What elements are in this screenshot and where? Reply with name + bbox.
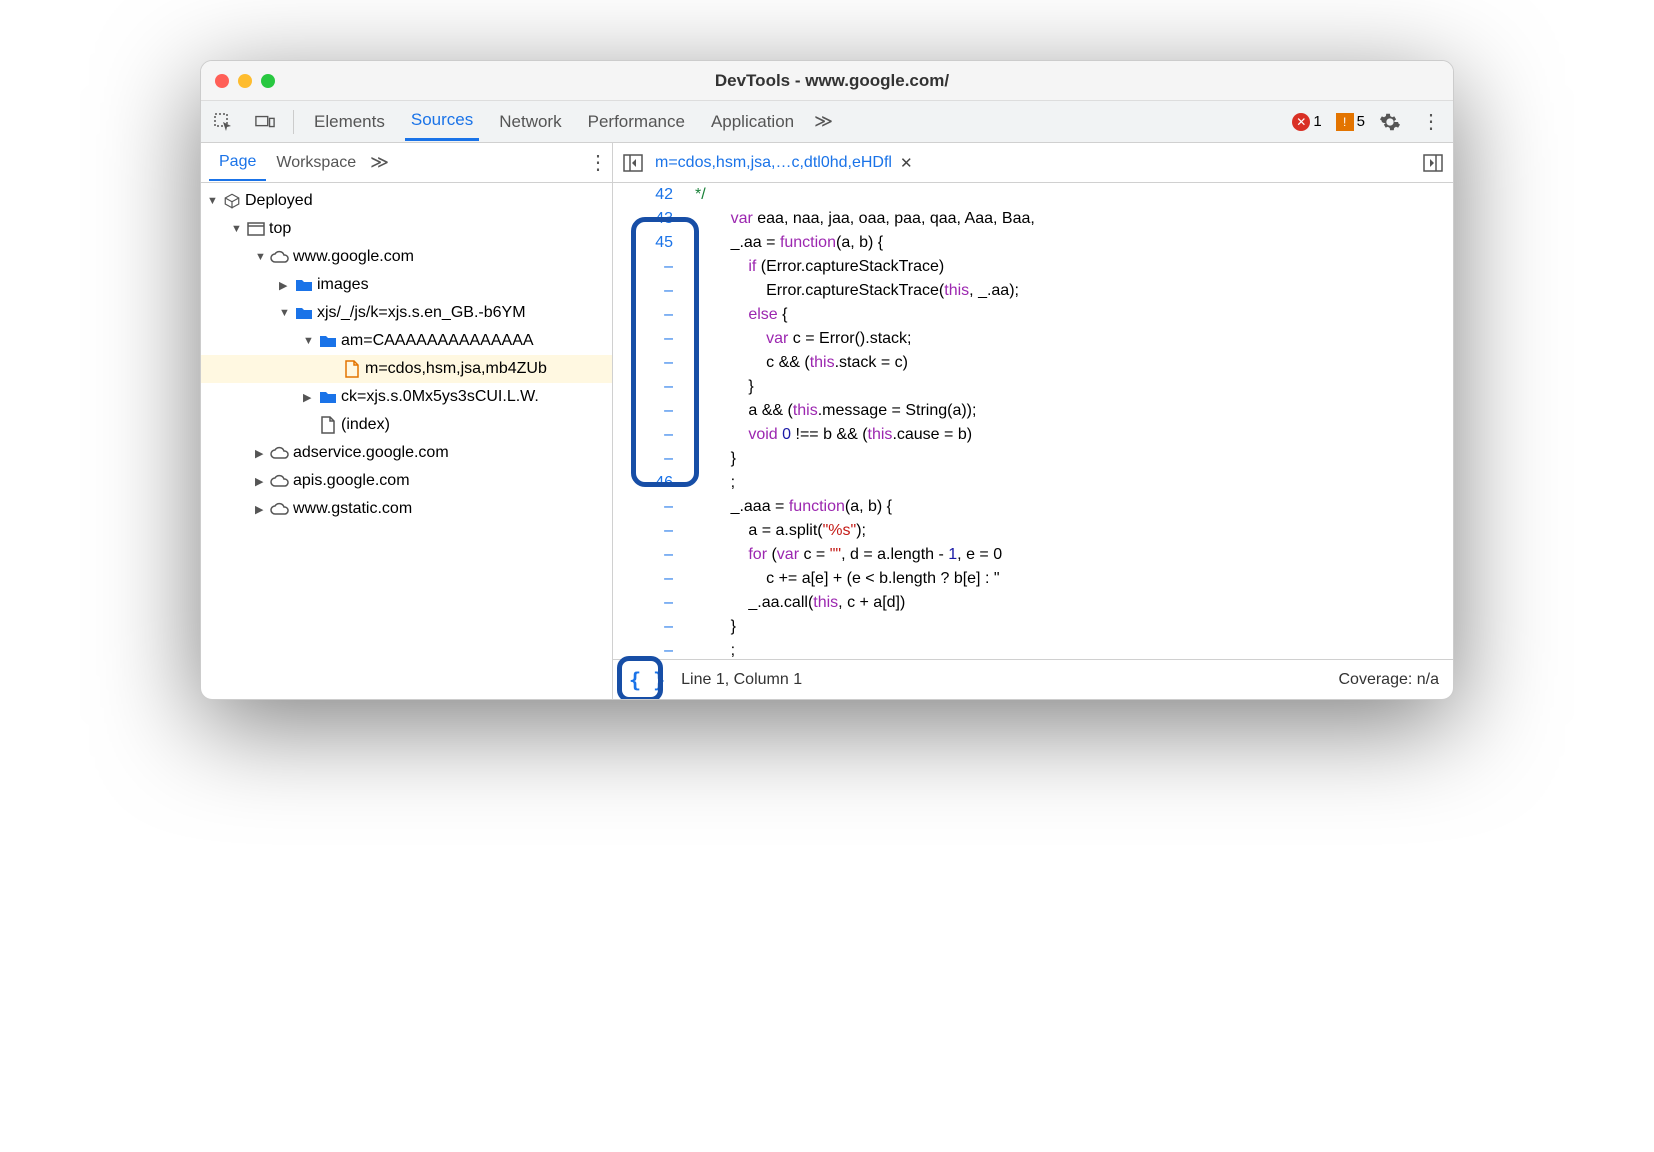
tree-folder-am[interactable]: am=CAAAAAAAAAAAAAA: [201, 327, 612, 355]
tree-origin-google[interactable]: www.google.com: [201, 243, 612, 271]
minimize-window-button[interactable]: [238, 74, 252, 88]
cloud-icon: [269, 250, 291, 264]
cloud-icon: [269, 446, 291, 460]
cloud-icon: [269, 474, 291, 488]
zoom-window-button[interactable]: [261, 74, 275, 88]
code-content[interactable]: */ var eaa, naa, jaa, oaa, paa, qaa, Aaa…: [683, 183, 1453, 659]
error-icon: ✕: [1292, 113, 1310, 131]
close-tab-icon[interactable]: ✕: [900, 154, 913, 172]
titlebar: DevTools - www.google.com/: [201, 61, 1453, 101]
frame-icon: [245, 222, 267, 236]
tree-deployed[interactable]: Deployed: [201, 187, 612, 215]
tree-folder-xjs[interactable]: xjs/_/js/k=xjs.s.en_GB.-b6YM: [201, 299, 612, 327]
open-file-tab[interactable]: m=cdos,hsm,jsa,…c,dtl0hd,eHDfl ✕: [655, 154, 913, 172]
traffic-lights: [215, 74, 275, 88]
close-window-button[interactable]: [215, 74, 229, 88]
tree-folder-ck[interactable]: ck=xjs.s.0Mx5ys3sCUI.L.W.: [201, 383, 612, 411]
tree-file-index[interactable]: (index): [201, 411, 612, 439]
toggle-debugger-icon[interactable]: [1419, 154, 1447, 172]
coverage-status[interactable]: Coverage: n/a: [1338, 671, 1439, 689]
warning-badge[interactable]: ! 5: [1336, 113, 1365, 131]
folder-icon: [293, 278, 315, 292]
device-toolbar-icon[interactable]: [251, 109, 279, 135]
cursor-position[interactable]: Line 1, Column 1: [681, 671, 802, 689]
cloud-icon: [269, 502, 291, 516]
deployed-icon: [221, 192, 243, 210]
tree-top[interactable]: top: [201, 215, 612, 243]
sidebar-tab-workspace[interactable]: Workspace: [266, 146, 366, 180]
file-icon: [317, 416, 339, 434]
more-tabs-icon[interactable]: ≫: [814, 111, 833, 132]
warning-icon: !: [1336, 113, 1354, 131]
kebab-menu-icon[interactable]: ⋮: [1415, 109, 1445, 134]
tree-origin-gstatic[interactable]: www.gstatic.com: [201, 495, 612, 523]
tab-sources[interactable]: Sources: [405, 102, 479, 141]
pretty-print-button[interactable]: { }: [621, 666, 673, 694]
line-gutter[interactable]: 424345 ––– ––– ––– 46 ––– ––– –––: [613, 183, 683, 659]
folder-icon: [293, 306, 315, 320]
devtools-window: DevTools - www.google.com/ Elements Sour…: [200, 60, 1454, 700]
error-badge[interactable]: ✕ 1: [1292, 113, 1321, 131]
sidebar-tab-page[interactable]: Page: [209, 145, 266, 181]
folder-icon: [317, 334, 339, 348]
tab-performance[interactable]: Performance: [582, 104, 691, 140]
tab-application[interactable]: Application: [705, 104, 800, 140]
folder-icon: [317, 390, 339, 404]
editor-status-bar: { } Line 1, Column 1 Coverage: n/a: [613, 659, 1453, 699]
toggle-navigator-icon[interactable]: [619, 154, 647, 172]
js-file-icon: [341, 360, 363, 378]
inspect-element-icon[interactable]: [209, 108, 237, 136]
tree-origin-adservice[interactable]: adservice.google.com: [201, 439, 612, 467]
tab-network[interactable]: Network: [493, 104, 567, 140]
sources-sidebar: Page Workspace ≫ ⋮ Deployed top www.goog…: [201, 143, 613, 699]
file-tree: Deployed top www.google.com images xjs/_…: [201, 183, 612, 699]
sidebar-kebab-icon[interactable]: ⋮: [582, 150, 612, 175]
editor-tabs: m=cdos,hsm,jsa,…c,dtl0hd,eHDfl ✕: [613, 143, 1453, 183]
settings-icon[interactable]: [1379, 111, 1401, 133]
window-title: DevTools - www.google.com/: [275, 71, 1389, 91]
tree-file-selected[interactable]: m=cdos,hsm,jsa,mb4ZUb: [201, 355, 612, 383]
tree-origin-apis[interactable]: apis.google.com: [201, 467, 612, 495]
sidebar-tabs: Page Workspace ≫ ⋮: [201, 143, 612, 183]
sidebar-more-tabs-icon[interactable]: ≫: [370, 152, 389, 173]
code-editor: m=cdos,hsm,jsa,…c,dtl0hd,eHDfl ✕ 424345 …: [613, 143, 1453, 699]
tab-elements[interactable]: Elements: [308, 104, 391, 140]
tree-folder-images[interactable]: images: [201, 271, 612, 299]
main-tabbar: Elements Sources Network Performance App…: [201, 101, 1453, 143]
